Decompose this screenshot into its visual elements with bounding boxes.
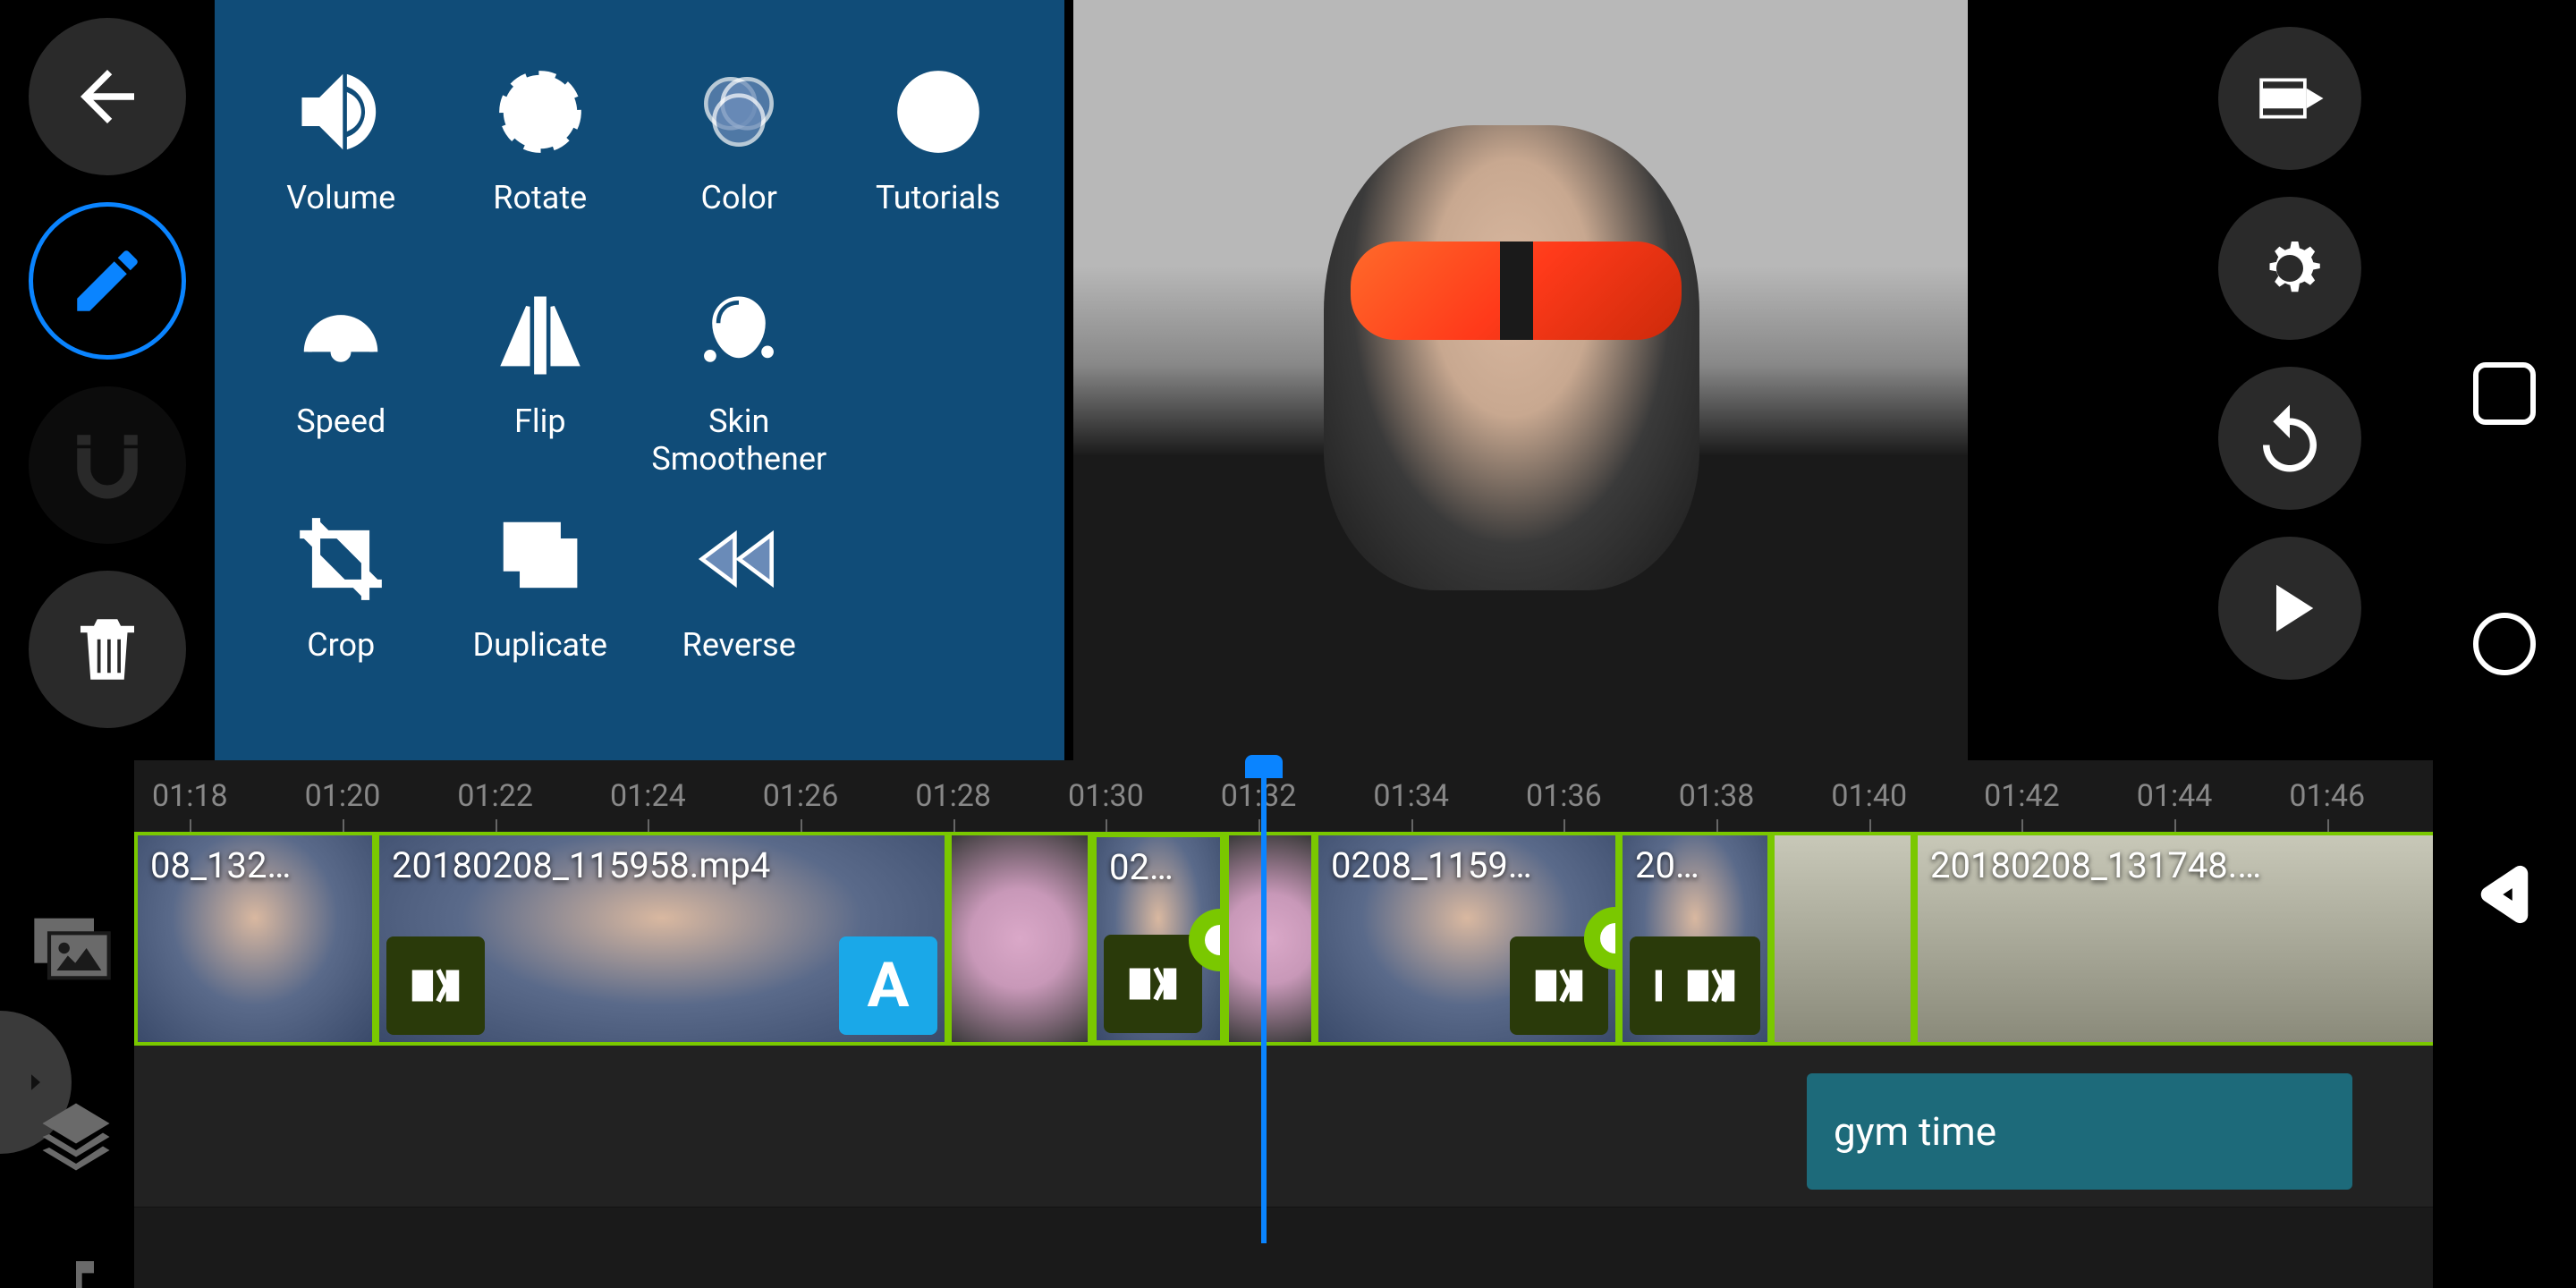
edit-button[interactable]	[29, 202, 186, 360]
tool-duplicate-label: Duplicate	[473, 626, 608, 664]
tool-skin-label: Skin Smoothener	[640, 402, 839, 478]
audio-track[interactable]	[134, 1208, 2433, 1288]
tool-color[interactable]: Color	[640, 63, 839, 286]
crop-icon	[292, 510, 390, 608]
video-clip[interactable]	[948, 832, 1091, 1046]
tool-volume[interactable]: Volume	[242, 63, 441, 286]
tool-tutorials[interactable]: Tutorials	[839, 63, 1038, 286]
tool-reverse[interactable]: Reverse	[640, 510, 839, 733]
video-track[interactable]: 08_132… 20180208_115958.mp4 A 02… 0208_1159……	[134, 832, 2433, 1046]
video-clip[interactable]: 08_132…	[134, 832, 376, 1046]
export-button[interactable]	[2218, 27, 2361, 170]
ruler-tick: 01:44	[2137, 778, 2213, 814]
flip-icon	[491, 286, 589, 385]
video-clip[interactable]: 20…	[1619, 832, 1771, 1046]
duplicate-icon	[491, 510, 589, 608]
text-clip[interactable]: gym time	[1807, 1073, 2352, 1190]
tool-color-label: Color	[701, 179, 777, 216]
timeline-ruler: 01:18 01:20 01:22 01:24 01:26 01:28 01:30 01:32…	[134, 760, 2433, 832]
transition-icon[interactable]	[1104, 935, 1202, 1033]
tool-tutorials-label: Tutorials	[876, 179, 1000, 216]
ruler-tick: 01:20	[305, 778, 381, 814]
ruler-tick: 01:24	[610, 778, 686, 814]
back-button[interactable]	[29, 18, 186, 175]
clip-title: 20180208_115958.mp4	[392, 844, 770, 886]
right-toolbar	[2200, 27, 2379, 680]
playhead[interactable]	[1261, 760, 1267, 1243]
play-button[interactable]	[2218, 537, 2361, 680]
tool-flip[interactable]: Flip	[441, 286, 640, 510]
tool-volume-label: Volume	[286, 179, 395, 216]
music-track-button[interactable]	[40, 1252, 112, 1288]
ruler-tick: 01:46	[2289, 778, 2365, 814]
video-clip[interactable]: 20180208_115958.mp4 A	[376, 832, 948, 1046]
video-clip[interactable]: 02…	[1091, 832, 1225, 1046]
video-clip[interactable]: 0208_1159…	[1315, 832, 1619, 1046]
skin-icon	[690, 286, 788, 385]
ruler-tick: 01:22	[457, 778, 533, 814]
clip-title: 08_132…	[150, 844, 291, 886]
system-nav-bar	[2433, 0, 2576, 1288]
media-library-button[interactable]	[27, 903, 116, 993]
ruler-tick: 01:36	[1526, 778, 1602, 814]
svg-text:90: 90	[521, 97, 558, 136]
transition-icon[interactable]	[386, 936, 485, 1035]
delete-button[interactable]	[29, 571, 186, 728]
preview-frame	[1073, 0, 1968, 760]
clip-title: 0208_1159…	[1331, 844, 1532, 886]
ruler-tick: 01:28	[915, 778, 991, 814]
rotate-icon: 90	[491, 63, 589, 161]
clip-title: 20180208_131748.…	[1930, 844, 2261, 886]
ruler-tick: 01:38	[1679, 778, 1755, 814]
tool-duplicate[interactable]: Duplicate	[441, 510, 640, 733]
video-clip[interactable]	[1225, 832, 1315, 1046]
ruler-tick: 01:18	[152, 778, 228, 814]
text-clip-label: gym time	[1834, 1108, 1996, 1155]
tool-crop[interactable]: Crop	[242, 510, 441, 733]
video-clip[interactable]: 20180208_131748.…	[1914, 832, 2451, 1046]
tool-rotate-label: Rotate	[493, 179, 587, 216]
layers-button[interactable]	[36, 1097, 116, 1177]
settings-button[interactable]	[2218, 197, 2361, 340]
tool-speed-label: Speed	[296, 402, 386, 440]
tool-crop-label: Crop	[307, 626, 375, 664]
tool-rotate[interactable]: 90 Rotate	[441, 63, 640, 286]
color-icon	[690, 63, 788, 161]
reverse-icon	[690, 510, 788, 608]
title-overlay-icon[interactable]: A	[839, 936, 937, 1035]
ruler-tick: 01:32	[1221, 778, 1297, 814]
timeline[interactable]: 01:18 01:20 01:22 01:24 01:26 01:28 01:30 01:32…	[134, 760, 2433, 1243]
ruler-tick: 01:40	[1831, 778, 1907, 814]
back-system-button[interactable]	[2473, 863, 2536, 926]
preview-pane	[1073, 0, 1968, 760]
clip-title: 20…	[1635, 844, 1699, 886]
recent-apps-button[interactable]	[2473, 362, 2536, 425]
ruler-tick: 01:42	[1984, 778, 2060, 814]
speed-icon	[292, 286, 390, 385]
left-toolbar	[18, 18, 197, 728]
video-clip[interactable]	[1771, 832, 1914, 1046]
tool-speed[interactable]: Speed	[242, 286, 441, 510]
home-button[interactable]	[2473, 613, 2536, 675]
undo-button[interactable]	[2218, 367, 2361, 510]
transition-icon[interactable]	[1662, 936, 1760, 1035]
edit-tools-panel: Volume 90 Rotate Color Tutorials Speed F…	[215, 0, 1064, 760]
tool-skin-smoothener[interactable]: Skin Smoothener	[640, 286, 839, 510]
tool-flip-label: Flip	[514, 402, 566, 440]
volume-icon	[292, 63, 390, 161]
tool-reverse-label: Reverse	[682, 626, 796, 664]
text-track[interactable]: gym time	[134, 1046, 2433, 1208]
ruler-tick: 01:26	[763, 778, 839, 814]
clip-title: 02…	[1109, 846, 1174, 888]
ruler-tick: 01:30	[1068, 778, 1144, 814]
ruler-tick: 01:34	[1373, 778, 1449, 814]
tutorials-icon	[889, 63, 987, 161]
magnet-button[interactable]	[29, 386, 186, 544]
